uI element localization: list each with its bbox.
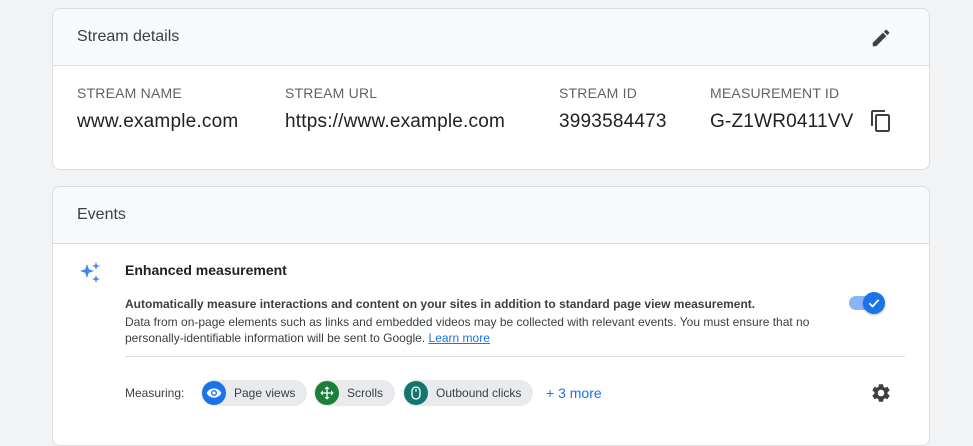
chip-scrolls-label: Scrolls: [347, 386, 384, 400]
enhanced-measurement-summary: Automatically measure interactions and c…: [125, 297, 756, 311]
copy-icon: [871, 110, 890, 132]
enhanced-measurement-description: Data from on-page elements such as links…: [125, 314, 865, 346]
stream-id-label: STREAM ID: [559, 85, 638, 101]
stream-name-value: www.example.com: [77, 111, 239, 132]
section-divider: [125, 356, 905, 357]
chip-scrolls[interactable]: Scrolls: [314, 380, 396, 406]
measuring-label: Measuring:: [125, 386, 185, 400]
gear-icon: [872, 384, 890, 402]
learn-more-link[interactable]: Learn more: [429, 331, 490, 345]
measurement-id-value: G-Z1WR0411VV: [710, 111, 854, 132]
sparkle-icon: [80, 262, 100, 283]
stream-name-label: STREAM NAME: [77, 85, 182, 101]
enhanced-measurement-toggle[interactable]: [849, 292, 887, 314]
stream-details-title: Stream details: [77, 28, 180, 45]
toggle-knob: [863, 292, 885, 314]
stream-id-field: STREAM ID 3993584473: [559, 85, 667, 133]
chip-outbound-clicks[interactable]: Outbound clicks: [403, 380, 534, 406]
stream-url-field: STREAM URL https://www.example.com: [285, 85, 505, 133]
measurement-id-label: MEASUREMENT ID: [710, 85, 840, 101]
events-header: Events: [53, 187, 929, 244]
events-title: Events: [77, 206, 126, 223]
mouse-icon: [404, 381, 428, 405]
events-card: Events Enhanced measurement Automaticall…: [52, 186, 930, 446]
stream-id-value: 3993584473: [559, 111, 667, 132]
stream-name-field: STREAM NAME www.example.com: [77, 85, 238, 133]
pencil-icon: [872, 29, 890, 47]
stream-details-card: Stream details STREAM NAME www.example.c…: [52, 8, 930, 170]
measurement-id-field: MEASUREMENT ID G-Z1WR0411VV: [710, 85, 854, 133]
chip-page-views-label: Page views: [234, 386, 296, 400]
copy-measurement-id-button[interactable]: [869, 109, 893, 133]
chip-outbound-clicks-label: Outbound clicks: [436, 386, 522, 400]
enhanced-measurement-settings-button[interactable]: [869, 381, 893, 405]
stream-url-value: https://www.example.com: [285, 111, 506, 132]
checkmark-icon: [868, 299, 880, 308]
eye-icon: [202, 381, 226, 405]
scroll-arrows-icon: [315, 381, 339, 405]
more-events-link[interactable]: + 3 more: [546, 385, 602, 401]
chip-page-views[interactable]: Page views: [201, 380, 308, 406]
enhanced-measurement-title: Enhanced measurement: [125, 262, 287, 278]
stream-details-header: Stream details: [53, 9, 929, 66]
edit-stream-button[interactable]: [869, 26, 893, 50]
stream-url-label: STREAM URL: [285, 85, 378, 101]
